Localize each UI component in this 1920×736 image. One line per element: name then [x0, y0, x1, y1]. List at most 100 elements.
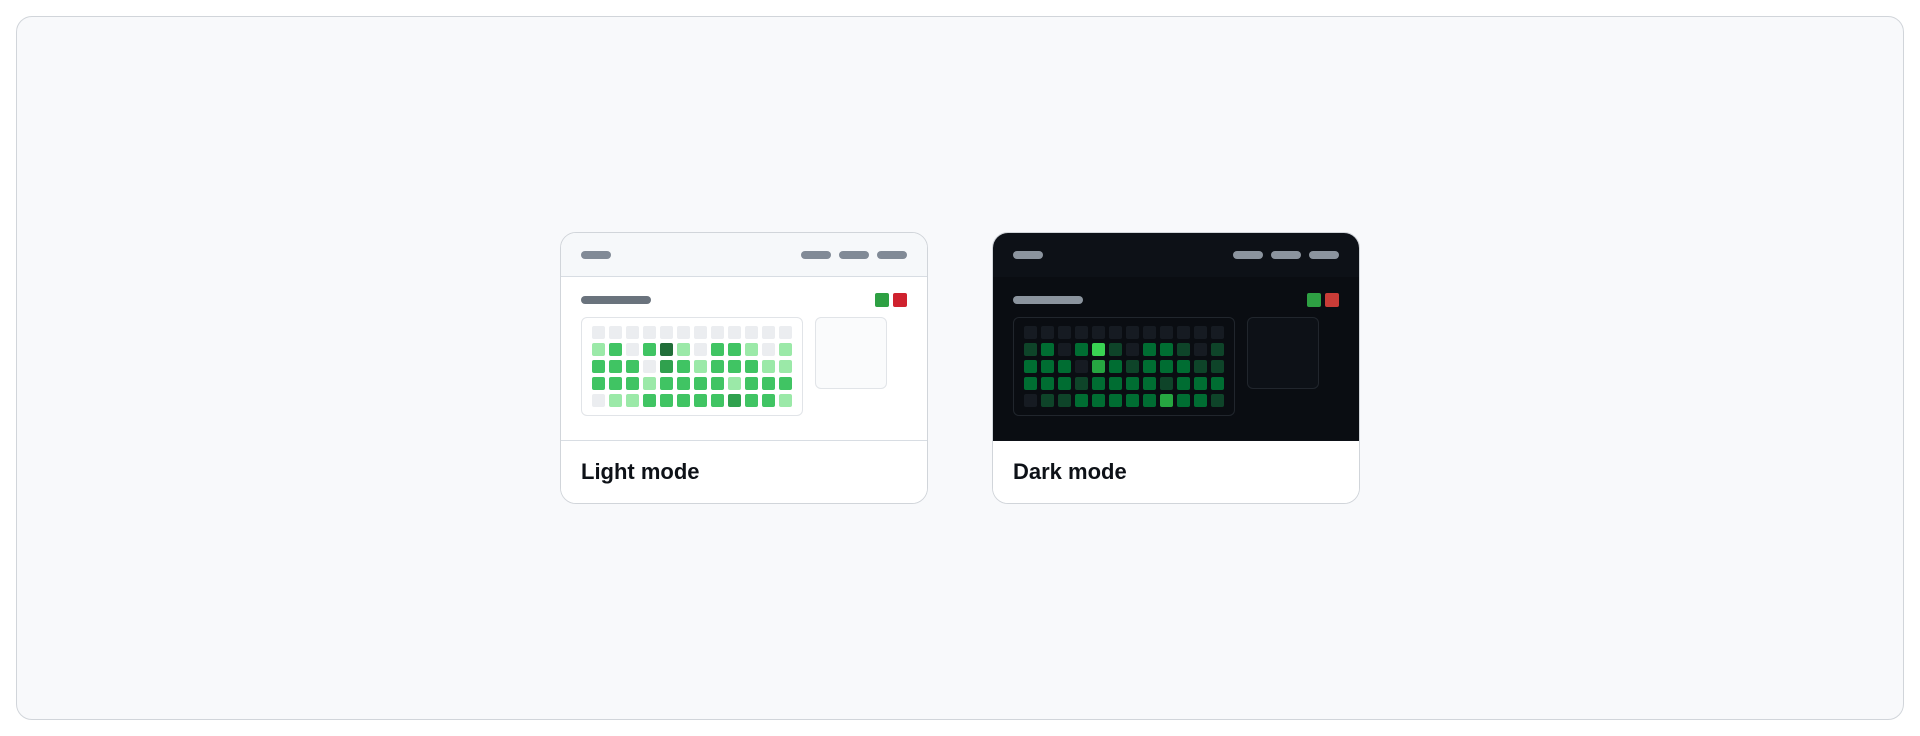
grid-cell [643, 343, 656, 356]
grid-cell [1075, 377, 1088, 390]
grid-cell [1211, 377, 1224, 390]
grid-cell [728, 360, 741, 373]
grid-cell [762, 394, 775, 407]
side-panel [815, 317, 887, 389]
grid-cell [1041, 343, 1054, 356]
grid-cell [711, 360, 724, 373]
grid-cell [1058, 394, 1071, 407]
grid-cell [745, 326, 758, 339]
page-title-placeholder [1013, 296, 1083, 304]
grid-cell [1024, 326, 1037, 339]
grid-cell [677, 326, 690, 339]
grid-cell [745, 360, 758, 373]
grid-cell [1143, 360, 1156, 373]
grid-cell [694, 343, 707, 356]
grid-cell [745, 394, 758, 407]
grid-cell [745, 343, 758, 356]
grid-cell [1041, 377, 1054, 390]
grid-cell [1143, 394, 1156, 407]
grid-cell [1092, 377, 1105, 390]
grid-cell [1058, 360, 1071, 373]
grid-cell [626, 377, 639, 390]
status-swatches [875, 293, 907, 307]
grid-cell [643, 326, 656, 339]
grid-cell [592, 360, 605, 373]
grid-cell [1211, 360, 1224, 373]
grid-cell [1177, 377, 1190, 390]
window-body [561, 277, 927, 441]
grid-cell [1177, 343, 1190, 356]
grid-cell [1194, 394, 1207, 407]
grid-cell [779, 326, 792, 339]
grid-cell [1160, 377, 1173, 390]
header-left-pill [1013, 251, 1043, 259]
grid-cell [643, 394, 656, 407]
grid-cell [660, 377, 673, 390]
grid-cell [1041, 326, 1054, 339]
grid-cell [1143, 377, 1156, 390]
grid-cell [1109, 343, 1122, 356]
grid-cell [592, 343, 605, 356]
grid-cell [1194, 343, 1207, 356]
grid-cell [1177, 326, 1190, 339]
grid-cell [779, 360, 792, 373]
grid-cell [677, 377, 690, 390]
header-pill [1233, 251, 1263, 259]
dark-mode-card: Dark mode [992, 232, 1360, 504]
grid-cell [1143, 343, 1156, 356]
grid-cell [1160, 360, 1173, 373]
grid-cell [1211, 343, 1224, 356]
grid-cell [1024, 360, 1037, 373]
grid-cell [694, 326, 707, 339]
grid-cell [626, 360, 639, 373]
grid-cell [1126, 326, 1139, 339]
contribution-grid [1013, 317, 1235, 416]
grid-cell [728, 394, 741, 407]
grid-cell [1092, 326, 1105, 339]
grid-cell [1075, 360, 1088, 373]
grid-cell [1024, 377, 1037, 390]
page-title-placeholder [581, 296, 651, 304]
grid-cell [1075, 343, 1088, 356]
swatch-green [875, 293, 889, 307]
grid-cell [592, 394, 605, 407]
grid-cell [1194, 326, 1207, 339]
grid-cell [779, 377, 792, 390]
grid-cell [1194, 377, 1207, 390]
header-pill [1309, 251, 1339, 259]
grid-cell [728, 343, 741, 356]
grid-cell [694, 377, 707, 390]
swatch-green [1307, 293, 1321, 307]
grid-cell [677, 343, 690, 356]
contribution-grid [581, 317, 803, 416]
grid-cell [677, 394, 690, 407]
grid-cell [1024, 343, 1037, 356]
grid-cell [1024, 394, 1037, 407]
grid-cell [1211, 394, 1224, 407]
caption-label: Light mode [561, 441, 927, 503]
grid-cell [1194, 360, 1207, 373]
grid-cell [1058, 377, 1071, 390]
grid-cell [1109, 360, 1122, 373]
grid-cell [643, 377, 656, 390]
header-right-pills [801, 251, 907, 259]
grid-cell [745, 377, 758, 390]
window-body [993, 277, 1359, 441]
grid-cell [1075, 326, 1088, 339]
grid-cell [711, 343, 724, 356]
grid-cell [609, 394, 622, 407]
grid-cell [1177, 360, 1190, 373]
grid-cell [592, 326, 605, 339]
side-panel [1247, 317, 1319, 389]
grid-cell [728, 377, 741, 390]
grid-cell [1126, 343, 1139, 356]
grid-cell [762, 377, 775, 390]
grid-cell [626, 343, 639, 356]
grid-cell [711, 326, 724, 339]
caption-label: Dark mode [993, 441, 1359, 503]
status-swatches [1307, 293, 1339, 307]
grid-cell [1075, 394, 1088, 407]
grid-cell [1160, 343, 1173, 356]
grid-cell [677, 360, 690, 373]
grid-cell [1092, 394, 1105, 407]
